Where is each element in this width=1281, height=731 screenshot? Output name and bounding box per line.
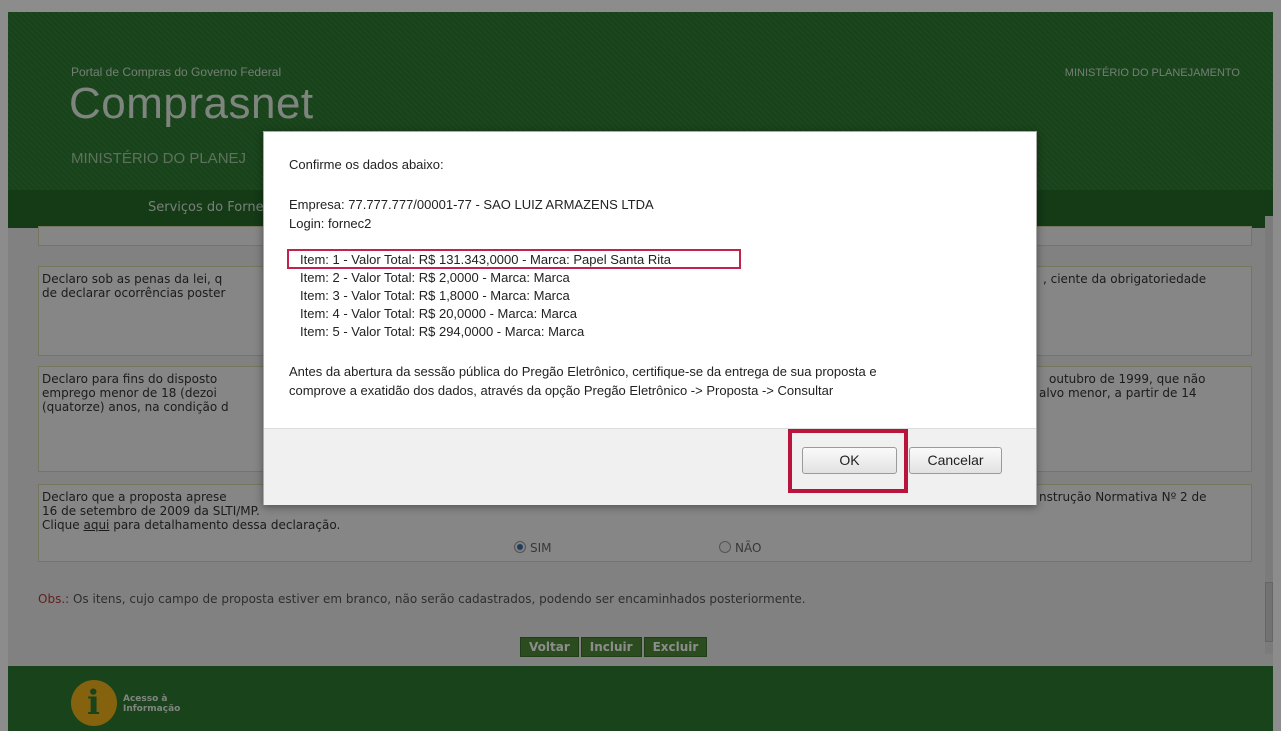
- dialog-note-line2: comprove a exatidão dos dados, através d…: [289, 383, 834, 398]
- dialog-empresa: Empresa: 77.777.777/00001-77 - SAO LUIZ …: [289, 197, 654, 212]
- confirm-dialog: Confirme os dados abaixo: Empresa: 77.77…: [263, 131, 1037, 505]
- dialog-item-4: Item: 4 - Valor Total: R$ 20,0000 - Marc…: [300, 306, 577, 321]
- dialog-item-2: Item: 2 - Valor Total: R$ 2,0000 - Marca…: [300, 270, 570, 285]
- item-1-highlight: [287, 249, 741, 269]
- dialog-note-line1: Antes da abertura da sessão pública do P…: [289, 364, 877, 379]
- dialog-item-3: Item: 3 - Valor Total: R$ 1,8000 - Marca…: [300, 288, 570, 303]
- dialog-heading: Confirme os dados abaixo:: [289, 157, 444, 172]
- dialog-login: Login: fornec2: [289, 216, 372, 231]
- dialog-body: Confirme os dados abaixo: Empresa: 77.77…: [264, 132, 1036, 428]
- cancel-button[interactable]: Cancelar: [909, 447, 1002, 474]
- dialog-item-5: Item: 5 - Valor Total: R$ 294,0000 - Mar…: [300, 324, 585, 339]
- ok-button-highlight: [788, 429, 908, 493]
